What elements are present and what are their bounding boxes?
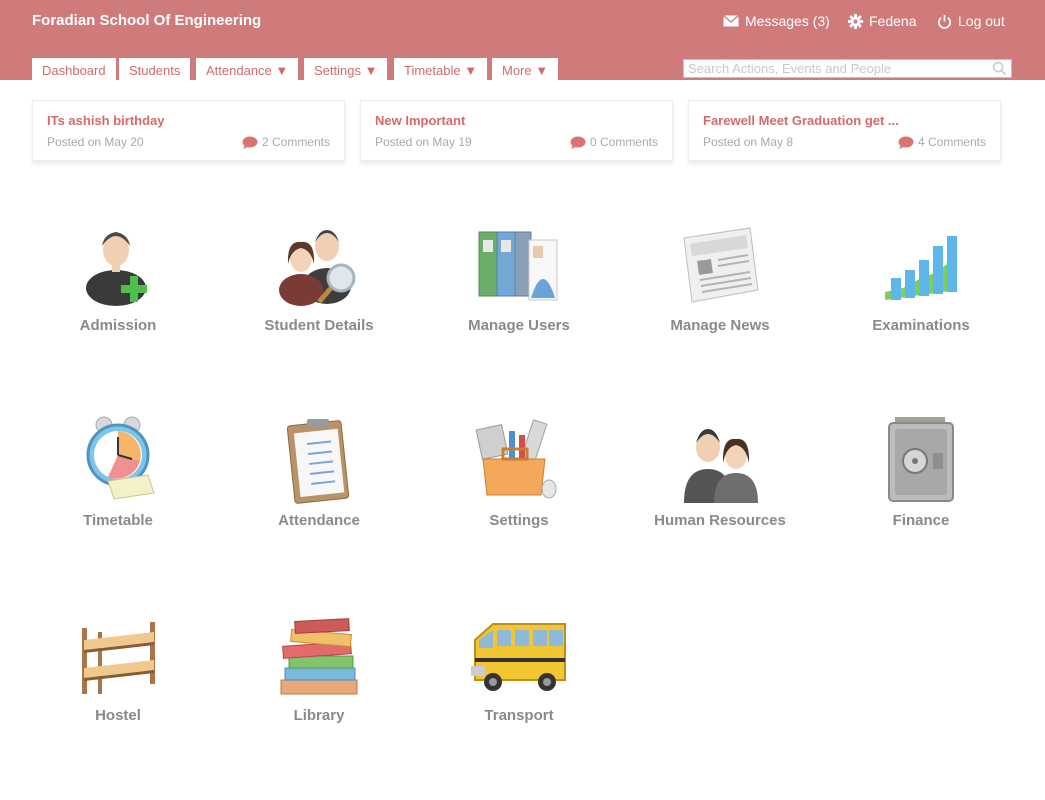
tab-settings[interactable]: Settings ▼ [304, 58, 388, 80]
user-menu[interactable]: Fedena [848, 13, 916, 29]
module-student-details[interactable]: Student Details [219, 220, 419, 350]
news-date: Posted on May 19 [375, 135, 472, 149]
module-label: Settings [489, 512, 549, 529]
top-header-bar: Foradian School Of Engineering Messages … [0, 0, 1045, 80]
clipboard-icon [286, 419, 350, 504]
news-date: Posted on May 20 [47, 135, 144, 149]
power-icon [938, 14, 951, 29]
comment-bubble-icon [242, 136, 258, 149]
module-human-resources[interactable]: Human Resources [620, 415, 820, 545]
news-title[interactable]: Farewell Meet Graduation get ... [703, 113, 899, 128]
module-label: Attendance [278, 512, 360, 529]
search-icon[interactable] [992, 61, 1007, 76]
tab-more[interactable]: More ▼ [492, 58, 559, 80]
books-icon [280, 618, 358, 695]
comment-bubble-icon [898, 136, 914, 149]
school-bus-icon [471, 623, 566, 691]
news-title[interactable]: ITs ashish birthday [47, 113, 165, 128]
module-manage-news[interactable]: Manage News [620, 220, 820, 350]
gear-icon [848, 13, 863, 29]
module-label: Library [293, 707, 345, 724]
module-timetable[interactable]: Timetable [18, 415, 218, 545]
news-title[interactable]: New Important [375, 113, 465, 128]
news-comments-link[interactable]: 2 Comments [242, 135, 330, 149]
module-label: Student Details [264, 317, 374, 334]
alarm-clock-icon [86, 416, 155, 500]
search-input[interactable] [684, 60, 992, 77]
module-examinations[interactable]: Examinations [821, 220, 1021, 350]
people-icon [684, 429, 758, 503]
module-label: Hostel [95, 707, 141, 724]
module-label: Finance [892, 512, 950, 529]
bar-chart-icon [885, 236, 957, 300]
toolbox-icon [475, 419, 557, 499]
messages-link[interactable]: Messages (3) [723, 13, 830, 29]
module-label: Admission [79, 317, 157, 334]
module-attendance[interactable]: Attendance [219, 415, 419, 545]
news-comments-count: 0 Comments [589, 135, 658, 149]
logout-link[interactable]: Log out [937, 13, 1005, 29]
news-comments-count: 2 Comments [261, 135, 330, 149]
student-details-icon [279, 230, 356, 306]
logout-label: Log out [958, 13, 1005, 29]
module-settings[interactable]: Settings [419, 415, 619, 545]
admission-icon [86, 232, 147, 306]
messages-label: Messages (3) [745, 13, 830, 29]
manage-users-icon [478, 231, 558, 301]
module-label: Manage News [670, 317, 770, 334]
tab-timetable[interactable]: Timetable ▼ [394, 58, 488, 80]
user-name: Fedena [869, 13, 917, 29]
tab-attendance[interactable]: Attendance ▼ [196, 58, 299, 80]
news-date: Posted on May 8 [703, 135, 794, 149]
search-box [683, 59, 1012, 78]
module-hostel[interactable]: Hostel [18, 610, 218, 740]
comment-bubble-icon [570, 136, 586, 149]
news-comments-link[interactable]: 4 Comments [898, 135, 986, 149]
school-name: Foradian School Of Engineering [32, 12, 262, 29]
module-library[interactable]: Library [219, 610, 419, 740]
module-admission[interactable]: Admission [18, 220, 218, 350]
news-comments-count: 4 Comments [917, 135, 986, 149]
news-comments-link[interactable]: 0 Comments [570, 135, 658, 149]
tab-students[interactable]: Students [119, 58, 191, 80]
bunk-bed-icon [82, 622, 155, 694]
module-label: Transport [484, 707, 554, 724]
module-label: Human Resources [654, 512, 786, 529]
news-card: Farewell Meet Graduation get ... Posted … [688, 100, 1001, 161]
safe-icon [888, 417, 954, 502]
newspaper-icon [683, 227, 759, 303]
module-finance[interactable]: Finance [821, 415, 1021, 545]
module-label: Examinations [872, 317, 970, 334]
module-label: Manage Users [468, 317, 570, 334]
module-label: Timetable [83, 512, 153, 529]
news-card: ITs ashish birthday Posted on May 20 2 C… [32, 100, 345, 161]
module-manage-users[interactable]: Manage Users [419, 220, 619, 350]
tab-dashboard[interactable]: Dashboard [32, 58, 116, 80]
envelope-icon [723, 15, 739, 27]
module-transport[interactable]: Transport [419, 610, 619, 740]
news-card: New Important Posted on May 19 0 Comment… [360, 100, 673, 161]
